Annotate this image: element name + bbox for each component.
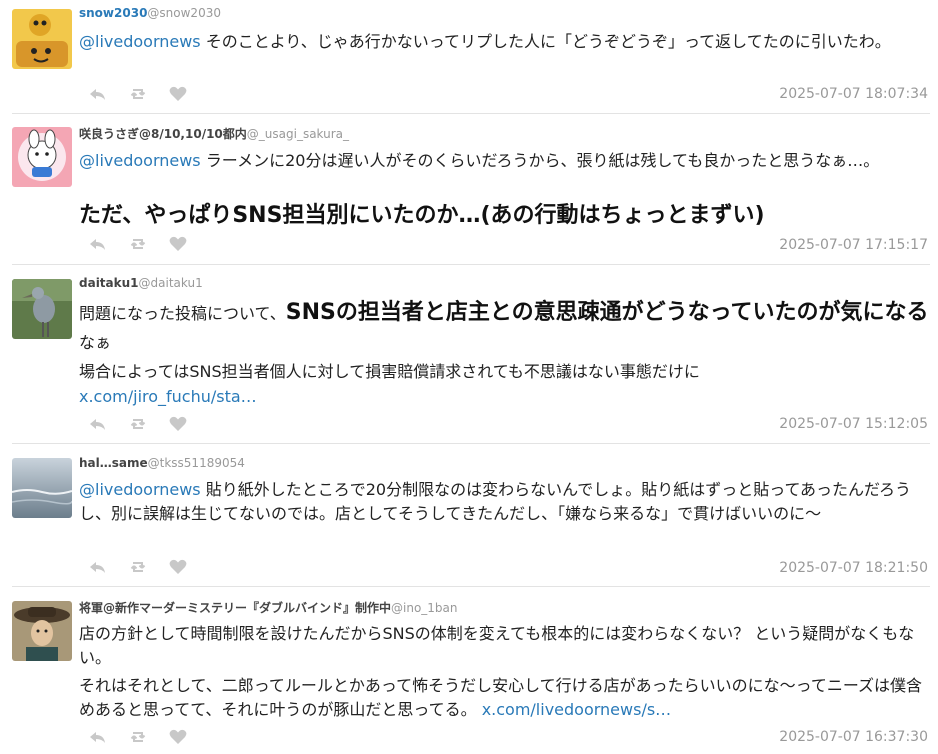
tweet-text: 店の方針として時間制限を設けたんだからSNSの体制を変えても根本的には変わらなく… bbox=[79, 624, 915, 667]
like-icon[interactable] bbox=[168, 84, 188, 104]
reply-icon[interactable] bbox=[88, 727, 108, 747]
like-icon[interactable] bbox=[168, 727, 188, 747]
tweet-timestamp[interactable]: 2025-07-07 17:15:17 bbox=[779, 237, 928, 253]
mention-link[interactable]: @livedoornews bbox=[79, 480, 201, 499]
tweet-text: @livedoornews ラーメンに20分は遅い人がそのくらいだろうから、張り… bbox=[79, 149, 931, 173]
user-name[interactable]: hal…same bbox=[79, 456, 148, 470]
tweet-actions bbox=[88, 234, 198, 254]
tweet-header: hal…same@tkss51189054 bbox=[79, 456, 245, 470]
retweet-icon[interactable] bbox=[128, 727, 148, 747]
tweet-actions bbox=[88, 414, 198, 434]
tweet-text-line: それはそれとして、二郎ってルールとかあって怖そうだし安心して行ける店があったらい… bbox=[79, 674, 931, 722]
tweet-body-text: ラーメンに20分は遅い人がそのくらいだろうから、張り紙は残しても良かったと思うな… bbox=[200, 151, 880, 170]
tweet-item: daitaku1@daitaku1 問題になった投稿について、SNSの担当者と店… bbox=[0, 265, 938, 443]
avatar[interactable] bbox=[12, 601, 72, 661]
tweet-actions bbox=[88, 84, 198, 104]
tweet-item: hal…same@tkss51189054 @livedoornews 貼り紙外… bbox=[0, 444, 938, 586]
user-handle[interactable]: @daitaku1 bbox=[139, 276, 203, 290]
reply-icon[interactable] bbox=[88, 234, 108, 254]
like-icon[interactable] bbox=[168, 414, 188, 434]
external-link[interactable]: x.com/livedoornews/s… bbox=[482, 700, 671, 719]
tweet-feed: snow2030@snow2030 @livedoornews そのことより、じ… bbox=[0, 0, 938, 754]
user-handle[interactable]: @tkss51189054 bbox=[148, 456, 245, 470]
mention-link[interactable]: @livedoornews bbox=[79, 151, 201, 170]
tweet-header: snow2030@snow2030 bbox=[79, 6, 221, 20]
tweet-header: 咲良うさぎ@8/10,10/10都内@_usagi_sakura_ bbox=[79, 125, 349, 142]
user-name[interactable]: snow2030 bbox=[79, 6, 147, 20]
tweet-actions bbox=[88, 557, 198, 577]
external-link[interactable]: x.com/jiro_fuchu/sta… bbox=[79, 387, 257, 406]
user-handle[interactable]: @ino_1ban bbox=[391, 601, 458, 615]
mention-link[interactable]: @livedoornews bbox=[79, 32, 201, 51]
tweet-timestamp[interactable]: 2025-07-07 15:12:05 bbox=[779, 416, 928, 432]
tweet-item: snow2030@snow2030 @livedoornews そのことより、じ… bbox=[0, 0, 938, 113]
reply-icon[interactable] bbox=[88, 414, 108, 434]
tweet-item: 将軍@新作マーダーミステリー『ダブルバインド』制作中@ino_1ban 店の方針… bbox=[0, 587, 938, 754]
retweet-icon[interactable] bbox=[128, 234, 148, 254]
tweet-timestamp[interactable]: 2025-07-07 18:07:34 bbox=[779, 86, 928, 102]
tweet-timestamp[interactable]: 2025-07-07 16:37:30 bbox=[779, 729, 928, 745]
tweet-link-line: x.com/jiro_fuchu/sta… bbox=[79, 385, 931, 409]
tweet-header: daitaku1@daitaku1 bbox=[79, 276, 203, 290]
tweet-text-line: 場合によってはSNS担当者個人に対して損害賠償請求されても不思議はない事態だけに bbox=[79, 362, 700, 381]
user-handle[interactable]: @snow2030 bbox=[147, 6, 221, 20]
user-name[interactable]: 将軍@新作マーダーミステリー『ダブルバインド』制作中 bbox=[79, 601, 391, 615]
tweet-emphasis-text: SNSの担当者と店主との意思疎通がどうなっていたのが気になる bbox=[285, 300, 929, 325]
reply-icon[interactable] bbox=[88, 557, 108, 577]
retweet-icon[interactable] bbox=[128, 414, 148, 434]
tweet-text: 問題になった投稿について、SNSの担当者と店主との意思疎通がどうなっていたのが気… bbox=[79, 298, 931, 357]
user-name[interactable]: daitaku1 bbox=[79, 276, 139, 290]
tweet-text: @livedoornews 貼り紙外したところで20分制限なのは変わらないんでし… bbox=[79, 478, 931, 526]
tweet-actions bbox=[88, 727, 198, 747]
avatar[interactable] bbox=[12, 279, 72, 339]
user-name[interactable]: 咲良うさぎ@8/10,10/10都内 bbox=[79, 127, 247, 141]
avatar[interactable] bbox=[12, 458, 72, 518]
tweet-text: @livedoornews そのことより、じゃあ行かないってリプした人に「どうぞ… bbox=[79, 30, 931, 54]
tweet-body-text: 貼り紙外したところで20分制限なのは変わらないんでしょ。貼り紙はずっと貼ってあっ… bbox=[79, 480, 912, 523]
like-icon[interactable] bbox=[168, 234, 188, 254]
reply-icon[interactable] bbox=[88, 84, 108, 104]
avatar[interactable] bbox=[12, 9, 72, 69]
retweet-icon[interactable] bbox=[128, 84, 148, 104]
tweet-emphasis-text: ただ、やっぱりSNS担当別にいたのか…(あの行動はちょっとまずい) bbox=[79, 203, 765, 228]
tweet-body-text: そのことより、じゃあ行かないってリプした人に「どうぞどうぞ」って返してたのに引い… bbox=[200, 32, 891, 51]
retweet-icon[interactable] bbox=[128, 557, 148, 577]
like-icon[interactable] bbox=[168, 557, 188, 577]
tweet-body-text: 問題になった投稿について、 bbox=[79, 304, 286, 323]
avatar[interactable] bbox=[12, 127, 72, 187]
tweet-body-text: なぁ bbox=[79, 333, 112, 352]
user-handle[interactable]: @_usagi_sakura_ bbox=[247, 127, 349, 141]
tweet-header: 将軍@新作マーダーミステリー『ダブルバインド』制作中@ino_1ban bbox=[79, 599, 458, 616]
tweet-timestamp[interactable]: 2025-07-07 18:21:50 bbox=[779, 560, 928, 576]
tweet-item: 咲良うさぎ@8/10,10/10都内@_usagi_sakura_ @lived… bbox=[0, 114, 938, 264]
